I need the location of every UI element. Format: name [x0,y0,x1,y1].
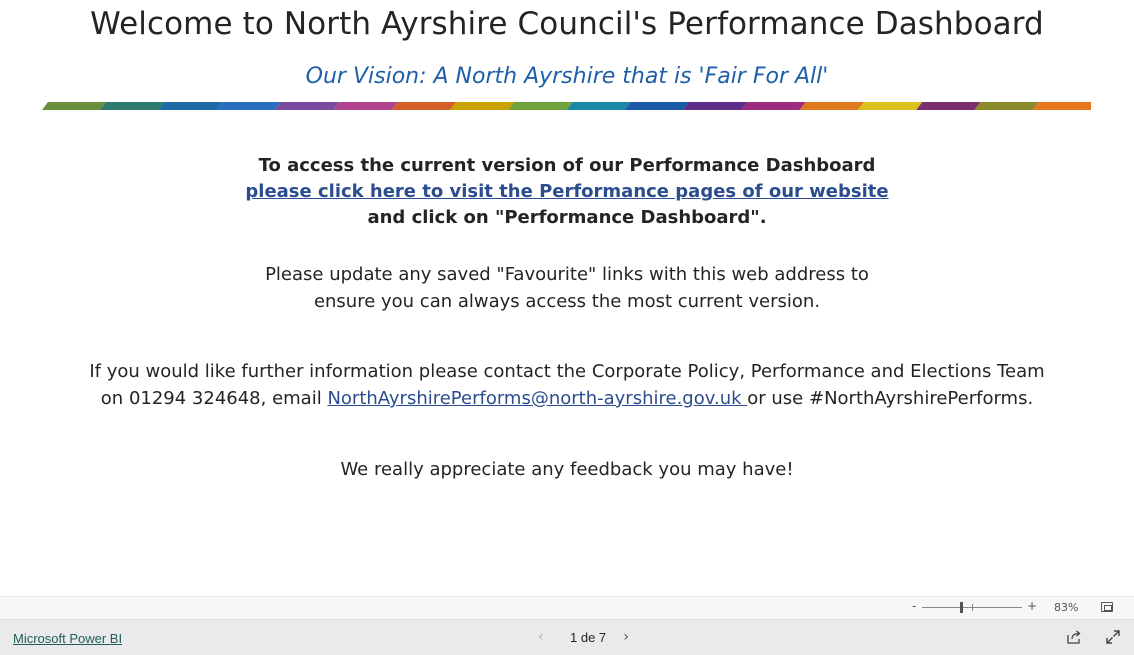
access-line-1: To access the current version of our Per… [258,155,876,176]
zoom-out-button[interactable]: - [912,599,916,613]
email-link[interactable]: NorthAyrshirePerforms@north-ayrshire.gov… [327,388,747,409]
powerbi-viewer: Welcome to North Ayrshire Council's Perf… [0,0,1134,655]
stripe-segment [275,102,339,110]
contact-line-2: on 01294 324648, email NorthAyrshirePerf… [0,385,1134,412]
update-line-2: ensure you can always access the most cu… [313,291,821,312]
footer-bar: Microsoft Power BI ‹ 1 de 7 › [0,619,1134,655]
stripe-segment [159,102,223,110]
zoom-slider-track[interactable] [922,604,1022,611]
stripe-segment [800,102,864,110]
access-line-3: and click on "Performance Dashboard". [367,207,767,228]
vision-statement: Our Vision: A North Ayrshire that is 'Fa… [305,64,829,89]
stripe-segment [217,102,281,110]
contact-info: If you would like further information pl… [0,358,1134,412]
stripe-segment [683,102,747,110]
stripe-segment [333,102,397,110]
fullscreen-icon[interactable] [1105,629,1121,645]
report-title: Welcome to North Ayrshire Council's Perf… [90,6,1044,42]
page-indicator: 1 de 7 [570,629,607,645]
zoom-in-button[interactable]: + [1027,599,1037,613]
stripe-segment [508,102,572,110]
performance-pages-link[interactable]: please click here to visit the Performan… [245,181,888,202]
stripe-segment [450,102,514,110]
fit-to-page-icon[interactable] [1101,602,1113,612]
update-instructions: Please update any saved "Favourite" link… [0,261,1134,315]
zoom-slider-thumb[interactable] [960,602,963,613]
stripe-segment [741,102,805,110]
access-instructions: To access the current version of our Per… [0,153,1134,231]
zoom-track-center-tick [972,604,973,611]
previous-page-icon[interactable]: ‹ [538,629,554,645]
decorative-color-stripe [42,102,1091,110]
zoom-level: 83% [1054,601,1079,614]
feedback-message: We really appreciate any feedback you ma… [340,459,794,480]
page-navigator: ‹ 1 de 7 › [538,629,634,645]
stripe-segment [392,102,456,110]
stripe-segment [42,102,106,110]
stripe-segment [1033,102,1091,110]
stripe-segment [916,102,980,110]
next-page-icon[interactable]: › [618,629,634,645]
stripe-segment [975,102,1039,110]
contact-hashtag-text: or use #NorthAyrshirePerforms. [747,388,1034,409]
contact-phone-text: on 01294 324648, email [100,388,328,409]
zoom-bar: - + 83% [0,596,1134,619]
stripe-segment [858,102,922,110]
stripe-segment [100,102,164,110]
update-line-1: Please update any saved "Favourite" link… [265,264,869,285]
report-canvas: Welcome to North Ayrshire Council's Perf… [0,0,1134,596]
share-icon[interactable] [1066,629,1082,645]
powerbi-brand-link[interactable]: Microsoft Power BI [13,631,122,646]
contact-line-1: If you would like further information pl… [89,361,1045,382]
stripe-segment [625,102,689,110]
stripe-segment [567,102,631,110]
